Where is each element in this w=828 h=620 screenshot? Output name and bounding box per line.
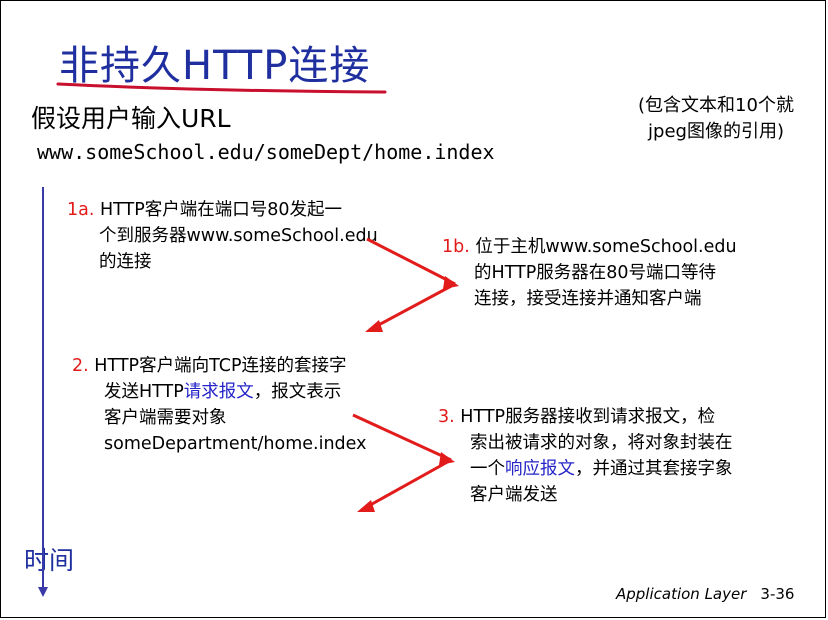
- title-underline: [56, 82, 387, 94]
- arrow-1-forward-head: [443, 276, 459, 289]
- arrow-2-return-head: [357, 500, 375, 512]
- arrow-1-return: [370, 282, 456, 331]
- slide: 非持久HTTP连接 假设用户输入URL www.someSchool.edu/s…: [0, 0, 826, 618]
- arrow-1-forward: [366, 237, 456, 286]
- timeline-arrowhead: [38, 587, 48, 597]
- diagram-arrows: [38, 82, 459, 597]
- arrow-2-forward-head: [439, 452, 455, 465]
- arrow-1-return-head: [365, 320, 383, 332]
- arrow-2-forward: [352, 413, 452, 462]
- arrow-2-return: [362, 458, 452, 511]
